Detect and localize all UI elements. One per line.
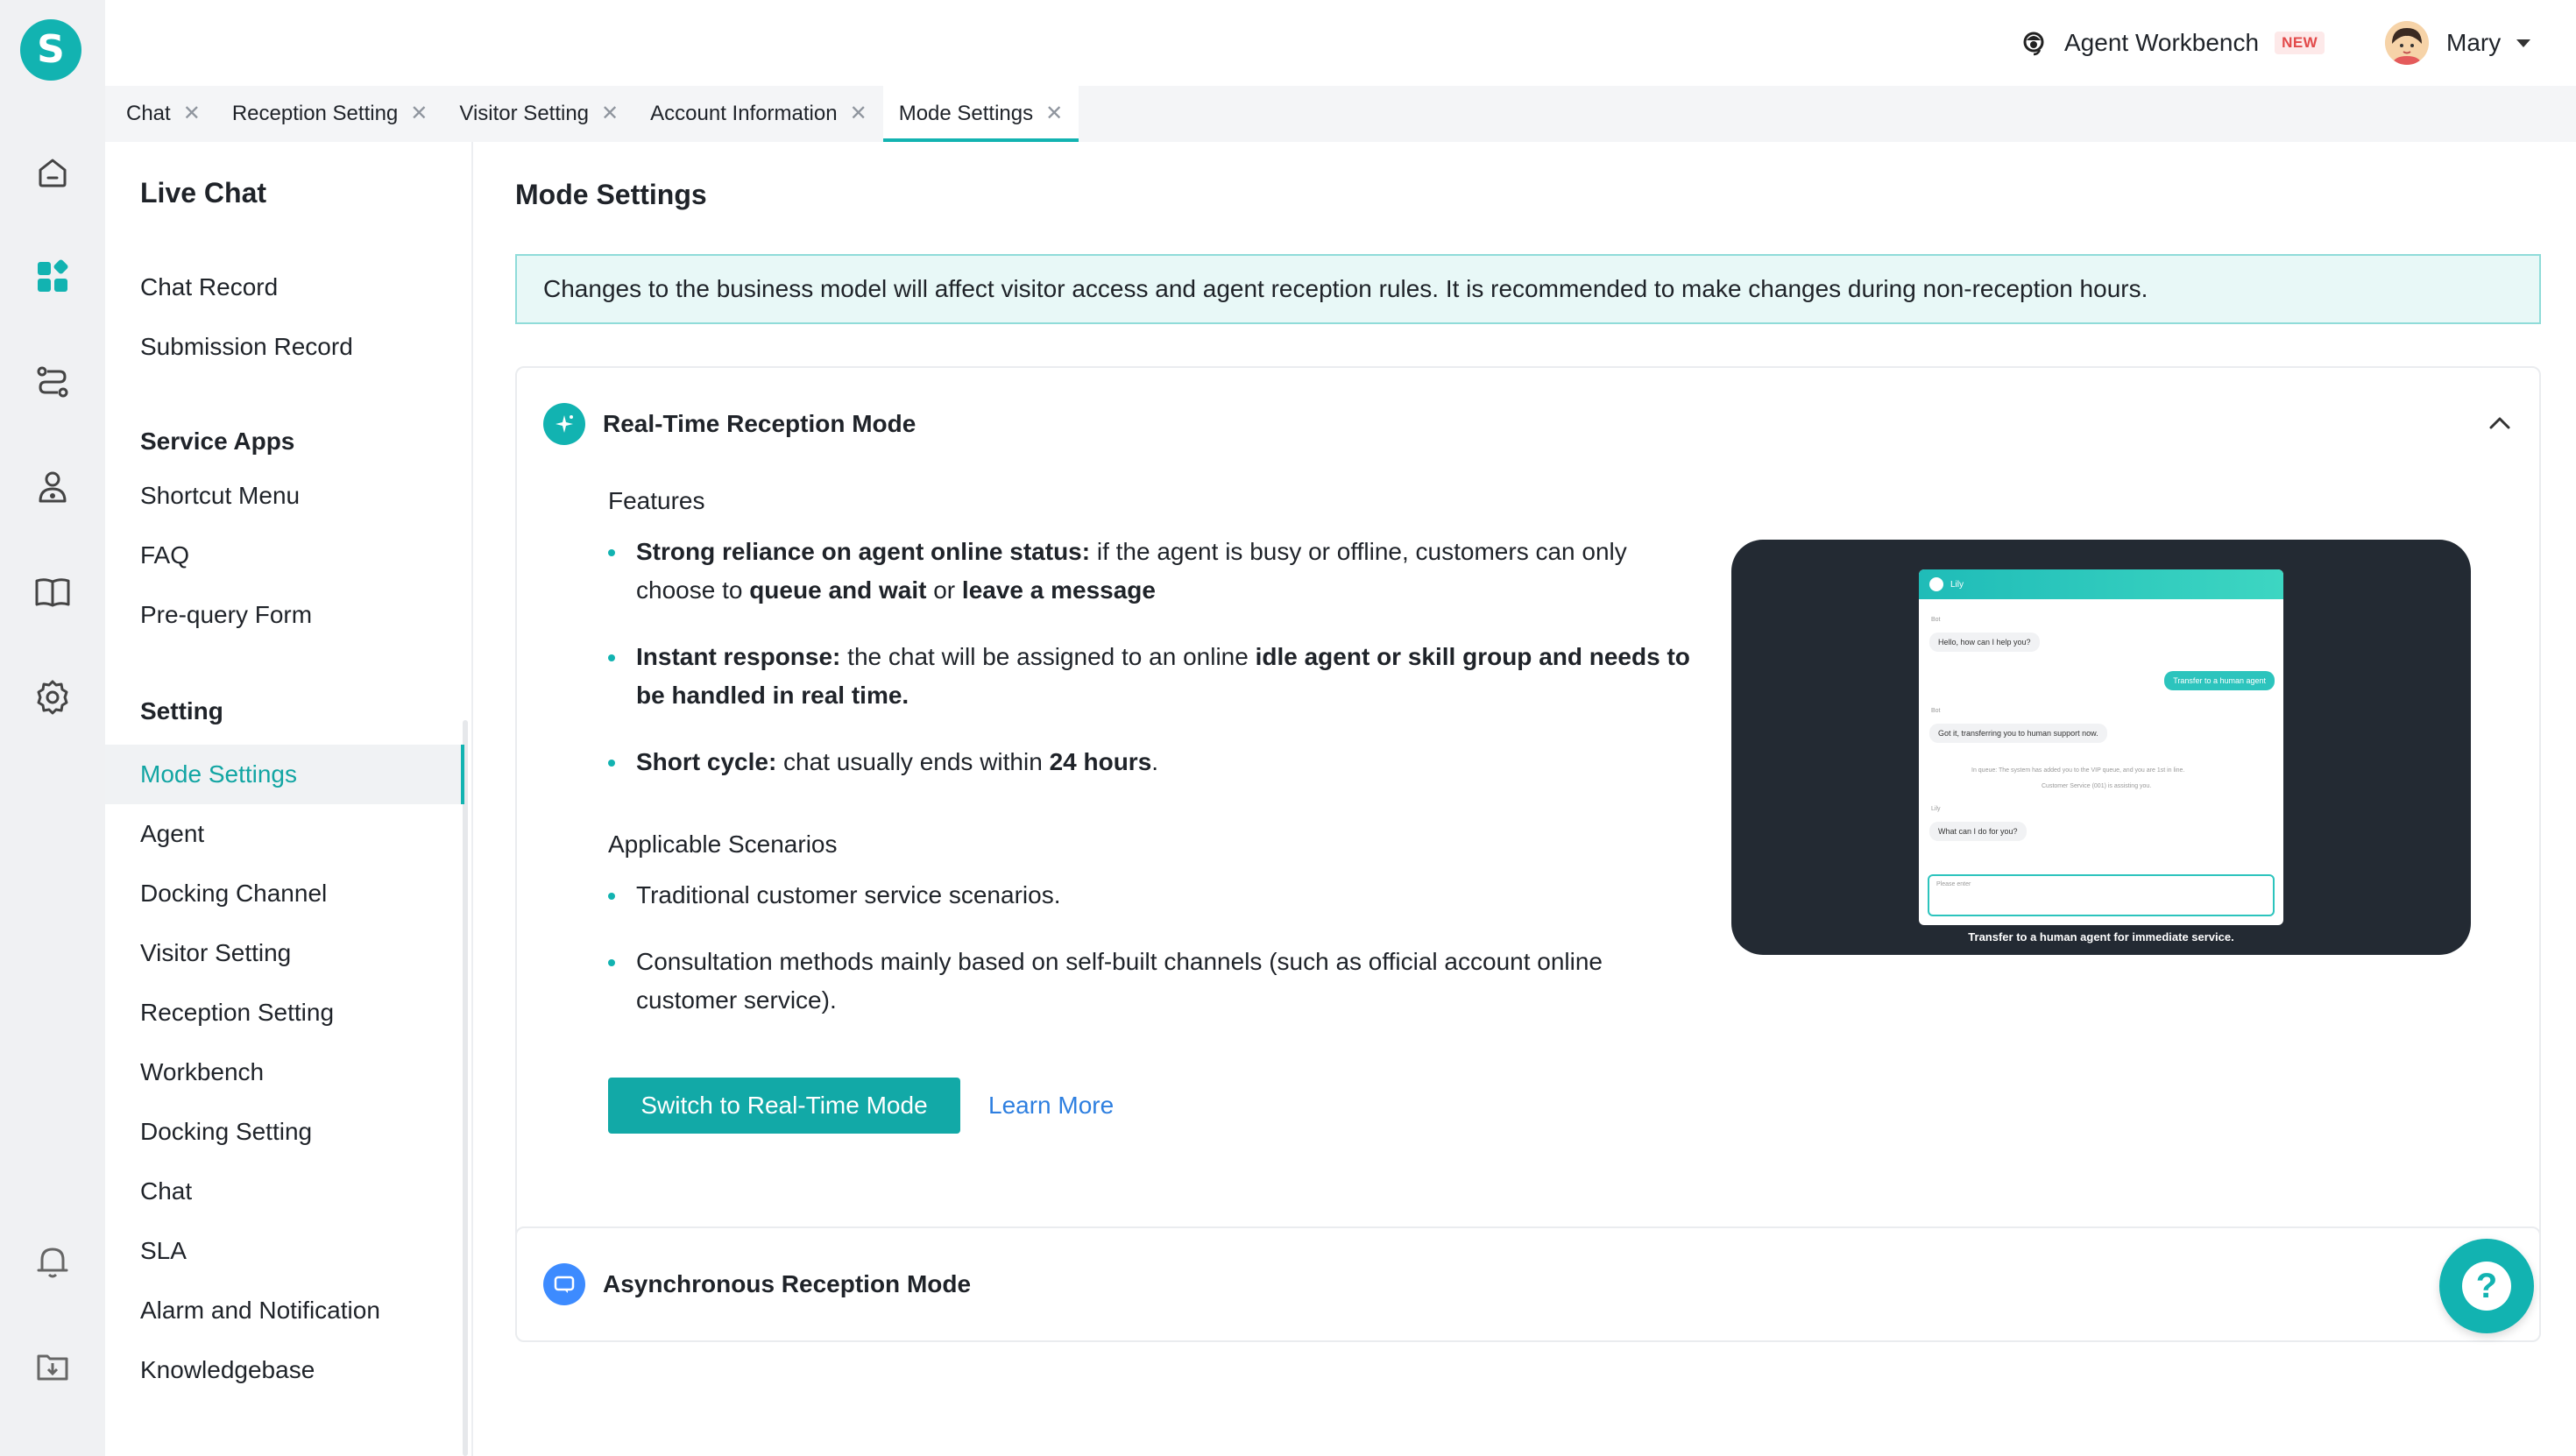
sidebar-item-docking-setting[interactable]: Docking Setting — [105, 1102, 464, 1162]
realtime-mode-header[interactable]: Real-Time Reception Mode — [543, 403, 916, 445]
question-icon: ? — [2462, 1262, 2511, 1311]
app-logo[interactable]: S — [20, 19, 81, 81]
sidebar-group-service-apps: Service Apps — [140, 428, 295, 455]
download-icon[interactable] — [33, 1347, 72, 1386]
scenarios-title: Applicable Scenarios — [608, 830, 838, 858]
tab-label: Account Information — [650, 102, 838, 125]
tab-visitor-setting[interactable]: Visitor Setting ✕ — [443, 86, 634, 142]
user-message: Transfer to a human agent — [2164, 671, 2275, 690]
tab-label: Visitor Setting — [459, 102, 590, 125]
chat-input-preview: Please enter — [1928, 874, 2275, 916]
sidebar-item-workbench[interactable]: Workbench — [105, 1043, 464, 1102]
chat-bubble-icon — [543, 1263, 585, 1305]
sidebar-item-alarm-and-notification[interactable]: Alarm and Notification — [105, 1281, 464, 1340]
close-icon[interactable]: ✕ — [601, 103, 619, 124]
sidebar-item-visitor-setting[interactable]: Visitor Setting — [105, 923, 464, 983]
avatar — [2385, 21, 2429, 65]
feature-item: Strong reliance on agent online status: … — [608, 533, 1695, 610]
side-menu: Live Chat Chat Record Submission Record … — [105, 142, 473, 1456]
sidebar-item-shortcut-menu[interactable]: Shortcut Menu — [105, 466, 464, 526]
learn-more-link[interactable]: Learn More — [988, 1092, 1114, 1120]
tab-chat[interactable]: Chat ✕ — [110, 86, 216, 142]
help-button[interactable]: ? — [2439, 1239, 2534, 1333]
top-bar: Agent Workbench NEW Mary — [105, 0, 2576, 86]
realtime-mode-title: Real-Time Reception Mode — [603, 410, 916, 437]
agent-message: What can I do for you? — [1929, 822, 2027, 841]
feature-item: Instant response: the chat will be assig… — [608, 638, 1695, 715]
bot-label: Bot — [1931, 617, 1941, 623]
tab-bar: Chat ✕ Reception Setting ✕ Visitor Setting… — [105, 86, 2576, 142]
sidebar-item-agent[interactable]: Agent — [105, 804, 464, 864]
apps-icon[interactable] — [33, 258, 72, 296]
switch-realtime-button[interactable]: Switch to Real-Time Mode — [608, 1078, 960, 1134]
route-icon[interactable] — [33, 363, 72, 401]
bot-message: Hello, how can I help you? — [1929, 633, 2040, 652]
async-mode-header[interactable]: Asynchronous Reception Mode — [543, 1263, 971, 1305]
sidebar-item-chat[interactable]: Chat — [105, 1162, 464, 1221]
sidebar-group-setting: Setting — [140, 697, 223, 724]
sidebar-item-reception-setting[interactable]: Reception Setting — [105, 983, 464, 1043]
tab-mode-settings[interactable]: Mode Settings ✕ — [882, 86, 1079, 142]
tab-label: Reception Setting — [231, 102, 399, 125]
bot-label: Bot — [1931, 708, 1941, 714]
system-message: In queue: The system has added you to th… — [1971, 767, 2185, 774]
close-icon[interactable]: ✕ — [183, 103, 201, 124]
sidebar-item-docking-channel[interactable]: Docking Channel — [105, 864, 464, 923]
agent-avatar — [1929, 577, 1943, 591]
scenario-item: Traditional customer service scenarios. — [608, 876, 1695, 915]
chevron-down-icon — [2516, 39, 2531, 47]
headset-icon — [2023, 32, 2044, 56]
home-icon[interactable] — [33, 152, 72, 191]
agent-label: Lily — [1931, 806, 1941, 812]
sidebar-item-mode-settings[interactable]: Mode Settings — [105, 745, 464, 804]
tab-reception-setting[interactable]: Reception Setting ✕ — [216, 86, 444, 142]
realtime-preview-image: Lily Bot Hello, how can I help you? Tran… — [1731, 540, 2471, 955]
system-message: Customer Service (001) is assisting you. — [2042, 783, 2152, 789]
preview-caption: Transfer to a human agent for immediate … — [1968, 930, 2234, 944]
tab-account-information[interactable]: Account Information ✕ — [634, 86, 883, 142]
main-content: Mode Settings Changes to the business mo… — [473, 142, 2576, 1456]
async-mode-title: Asynchronous Reception Mode — [603, 1270, 972, 1297]
sidebar-item-knowledgebase[interactable]: Knowledgebase — [105, 1340, 464, 1400]
tab-label: Chat — [126, 102, 171, 125]
close-icon[interactable]: ✕ — [1045, 103, 1063, 124]
user-settings-icon[interactable] — [33, 468, 72, 506]
notice-banner: Changes to the business model will affec… — [515, 254, 2541, 324]
feature-item: Short cycle: chat usually ends within 24… — [608, 743, 1695, 781]
user-name: Mary — [2446, 29, 2502, 56]
close-icon[interactable]: ✕ — [410, 103, 428, 124]
chevron-up-icon[interactable] — [2487, 410, 2513, 436]
scenario-item: Consultation methods mainly based on sel… — [608, 943, 1695, 1020]
sidebar-item-faq[interactable]: FAQ — [105, 526, 464, 585]
book-icon[interactable] — [33, 573, 72, 611]
chat-window-preview: Lily Bot Hello, how can I help you? Tran… — [1919, 569, 2283, 925]
sidebar-item-chat-record[interactable]: Chat Record — [105, 258, 464, 317]
agent-workbench-label: Agent Workbench — [2064, 29, 2260, 56]
async-mode-card: Asynchronous Reception Mode — [515, 1226, 2541, 1342]
input-placeholder: Please enter — [1936, 881, 1971, 887]
icon-rail: S — [0, 0, 105, 1456]
page-title: Mode Settings — [515, 179, 707, 210]
agent-workbench-link[interactable]: Agent Workbench NEW — [2019, 21, 2325, 65]
sidebar-item-submission-record[interactable]: Submission Record — [105, 317, 464, 377]
features-title: Features — [608, 487, 705, 514]
gear-icon[interactable] — [33, 678, 72, 717]
user-menu[interactable]: Mary — [2385, 19, 2531, 67]
realtime-mode-card: Real-Time Reception Mode Features Strong… — [515, 366, 2541, 1332]
bot-message: Got it, transferring you to human suppor… — [1929, 724, 2107, 743]
sidebar-item-sla[interactable]: SLA — [105, 1221, 464, 1281]
tab-label: Mode Settings — [898, 102, 1034, 125]
sparkle-icon — [543, 403, 585, 445]
sidebar-item-pre-query-form[interactable]: Pre-query Form — [105, 585, 464, 645]
new-badge: NEW — [2275, 32, 2325, 54]
bell-icon[interactable] — [33, 1242, 72, 1281]
chat-window-header: Lily — [1919, 569, 2283, 599]
sidebar-title: Live Chat — [140, 177, 267, 209]
close-icon[interactable]: ✕ — [850, 103, 867, 124]
